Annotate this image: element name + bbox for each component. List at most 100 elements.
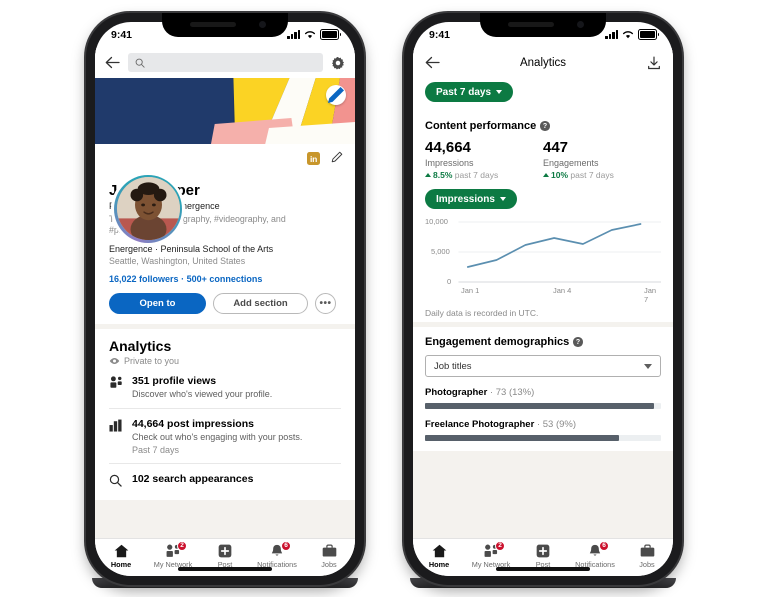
analytics-navbar: Analytics <box>413 47 673 78</box>
edit-profile-button[interactable] <box>331 150 343 168</box>
tab-post[interactable]: Post <box>517 544 569 569</box>
y-tick-5000: 5,000 <box>431 247 450 256</box>
metrics-row: 44,664 Impressions 8.5% past 7 days 447 … <box>425 139 661 180</box>
metric-value: 44,664 <box>425 139 471 156</box>
open-to-button[interactable]: Open to <box>109 292 206 314</box>
tab-notifications[interactable]: 6 Notifications <box>251 540 303 569</box>
front-camera <box>577 20 584 28</box>
right-scroll-body: Analytics Past 7 days Content performanc… <box>413 47 673 538</box>
chevron-down-icon <box>644 363 652 369</box>
profile-organizations: Energence · Peninsula School of the Arts <box>109 243 274 254</box>
earpiece-speaker <box>508 21 554 27</box>
help-icon[interactable]: ? <box>540 121 550 131</box>
connections-link[interactable]: 500+ connections <box>187 274 263 284</box>
status-time: 9:41 <box>111 28 133 41</box>
post-icon <box>536 544 550 557</box>
chart-footnote: Daily data is recorded in UTC. <box>425 308 539 318</box>
avatar-story-ring <box>114 174 182 243</box>
home-indicator <box>496 567 590 571</box>
analytics-item-profile-views[interactable]: 351 profile views Discover who's viewed … <box>109 366 341 408</box>
tab-home[interactable]: Home <box>413 544 465 569</box>
page-title: Analytics <box>519 56 567 69</box>
demographics-title: Engagement demographics <box>425 336 570 348</box>
analytics-item-headline: 102 search appearances <box>132 473 254 486</box>
demographic-label-row: Freelance Photographer · 53 (9%) <box>425 419 661 430</box>
demographic-row: Photographer · 73 (13%) <box>425 387 661 409</box>
followers-link[interactable]: 16,022 followers <box>109 274 179 284</box>
chart-line-series <box>466 223 642 268</box>
back-arrow-icon[interactable] <box>105 56 120 69</box>
add-section-button[interactable]: Add section <box>213 292 308 314</box>
demographic-row: Freelance Photographer · 53 (9%) <box>425 419 661 441</box>
demographic-count: 73 <box>495 387 507 398</box>
analytics-item-headline: 351 profile views <box>132 374 217 387</box>
battery-icon <box>638 29 659 40</box>
date-range-label: Past 7 days <box>436 86 492 98</box>
tab-post[interactable]: Post <box>199 544 251 569</box>
left-scroll-body: in Jane Cooper Photographer at Energence… <box>95 47 355 538</box>
back-arrow-icon[interactable] <box>425 56 440 69</box>
analytics-item-search-appearances[interactable]: 102 search appearances <box>109 464 341 500</box>
demographic-percent: (9%) <box>555 419 577 430</box>
analytics-item-post-impressions[interactable]: 44,664 post impressions Check out who's … <box>109 409 341 463</box>
tab-home[interactable]: Home <box>95 544 147 569</box>
section-title: Engagement demographics ? <box>425 336 661 348</box>
pencil-icon <box>331 151 343 162</box>
status-indicators <box>287 29 341 40</box>
profile-button-row: Open to Add section ••• <box>109 292 341 314</box>
battery-icon <box>320 29 341 40</box>
metric-delta-value: 10% <box>551 169 569 180</box>
linkedin-badge-icon: in <box>307 152 320 165</box>
metric-delta-period: past 7 days <box>570 169 614 180</box>
wifi-icon <box>622 31 634 39</box>
gear-icon[interactable] <box>331 56 345 70</box>
demographics-dropdown[interactable]: Job titles <box>425 355 661 377</box>
status-indicators <box>605 29 659 40</box>
date-range-filter[interactable]: Past 7 days <box>425 82 514 102</box>
notch <box>162 12 288 37</box>
metric-value: 447 <box>543 139 569 156</box>
edit-cover-button[interactable] <box>326 84 346 105</box>
tab-notifications[interactable]: 6 Notifications <box>569 540 621 569</box>
demographic-label-row: Photographer · 73 (13%) <box>425 387 661 398</box>
home-indicator <box>178 567 272 571</box>
tab-jobs[interactable]: Jobs <box>621 544 673 569</box>
more-options-button[interactable]: ••• <box>315 292 336 314</box>
demographic-label: Freelance Photographer <box>425 419 535 430</box>
briefcase-icon <box>322 544 336 557</box>
eye-icon <box>109 357 120 364</box>
wifi-icon <box>304 31 316 39</box>
content-performance-title: Content performance <box>425 120 537 132</box>
x-tick-jan-1: Jan 1 <box>461 286 480 295</box>
search-input[interactable] <box>128 53 323 72</box>
demographic-bar-fill <box>425 403 654 409</box>
tab-my-network[interactable]: 2 My Network <box>465 540 517 569</box>
metric-selector[interactable]: Impressions <box>425 189 517 209</box>
metric-impressions: 44,664 Impressions 8.5% past 7 days <box>425 139 543 180</box>
content-performance-section: Content performance ? 44,664 Impressions… <box>413 111 673 322</box>
analytics-item-meta: Past 7 days <box>132 445 180 456</box>
metric-delta: 10% past 7 days <box>543 170 661 180</box>
engagement-demographics-section: Engagement demographics ? Job titles Pho… <box>413 327 673 451</box>
help-icon[interactable]: ? <box>573 337 583 347</box>
profile-card: in Jane Cooper Photographer at Energence… <box>95 143 355 324</box>
tab-label: Jobs <box>639 559 655 569</box>
profile-topbar <box>95 47 355 78</box>
avatar-photo <box>116 177 180 240</box>
analytics-card: Analytics Private to you 351 profile vie… <box>95 328 355 501</box>
x-tick-jan-7: Jan 7 <box>644 286 657 304</box>
cover-photo[interactable] <box>95 77 355 144</box>
tab-label: Home <box>428 559 450 569</box>
analytics-title: Analytics <box>109 337 172 354</box>
front-camera <box>259 20 266 28</box>
search-icon <box>109 473 123 492</box>
tab-jobs[interactable]: Jobs <box>303 544 355 569</box>
pencil-edit-icon <box>328 86 344 103</box>
screenshot-stage: 9:41 in Energence #photography, #videogr… <box>0 0 768 597</box>
tab-my-network[interactable]: 2 My Network <box>147 540 199 569</box>
download-icon[interactable] <box>647 56 661 70</box>
demographic-bar-track <box>425 435 661 441</box>
metric-label: Impressions <box>425 157 474 168</box>
avatar[interactable] <box>111 171 185 246</box>
badge-count: 6 <box>599 540 609 551</box>
